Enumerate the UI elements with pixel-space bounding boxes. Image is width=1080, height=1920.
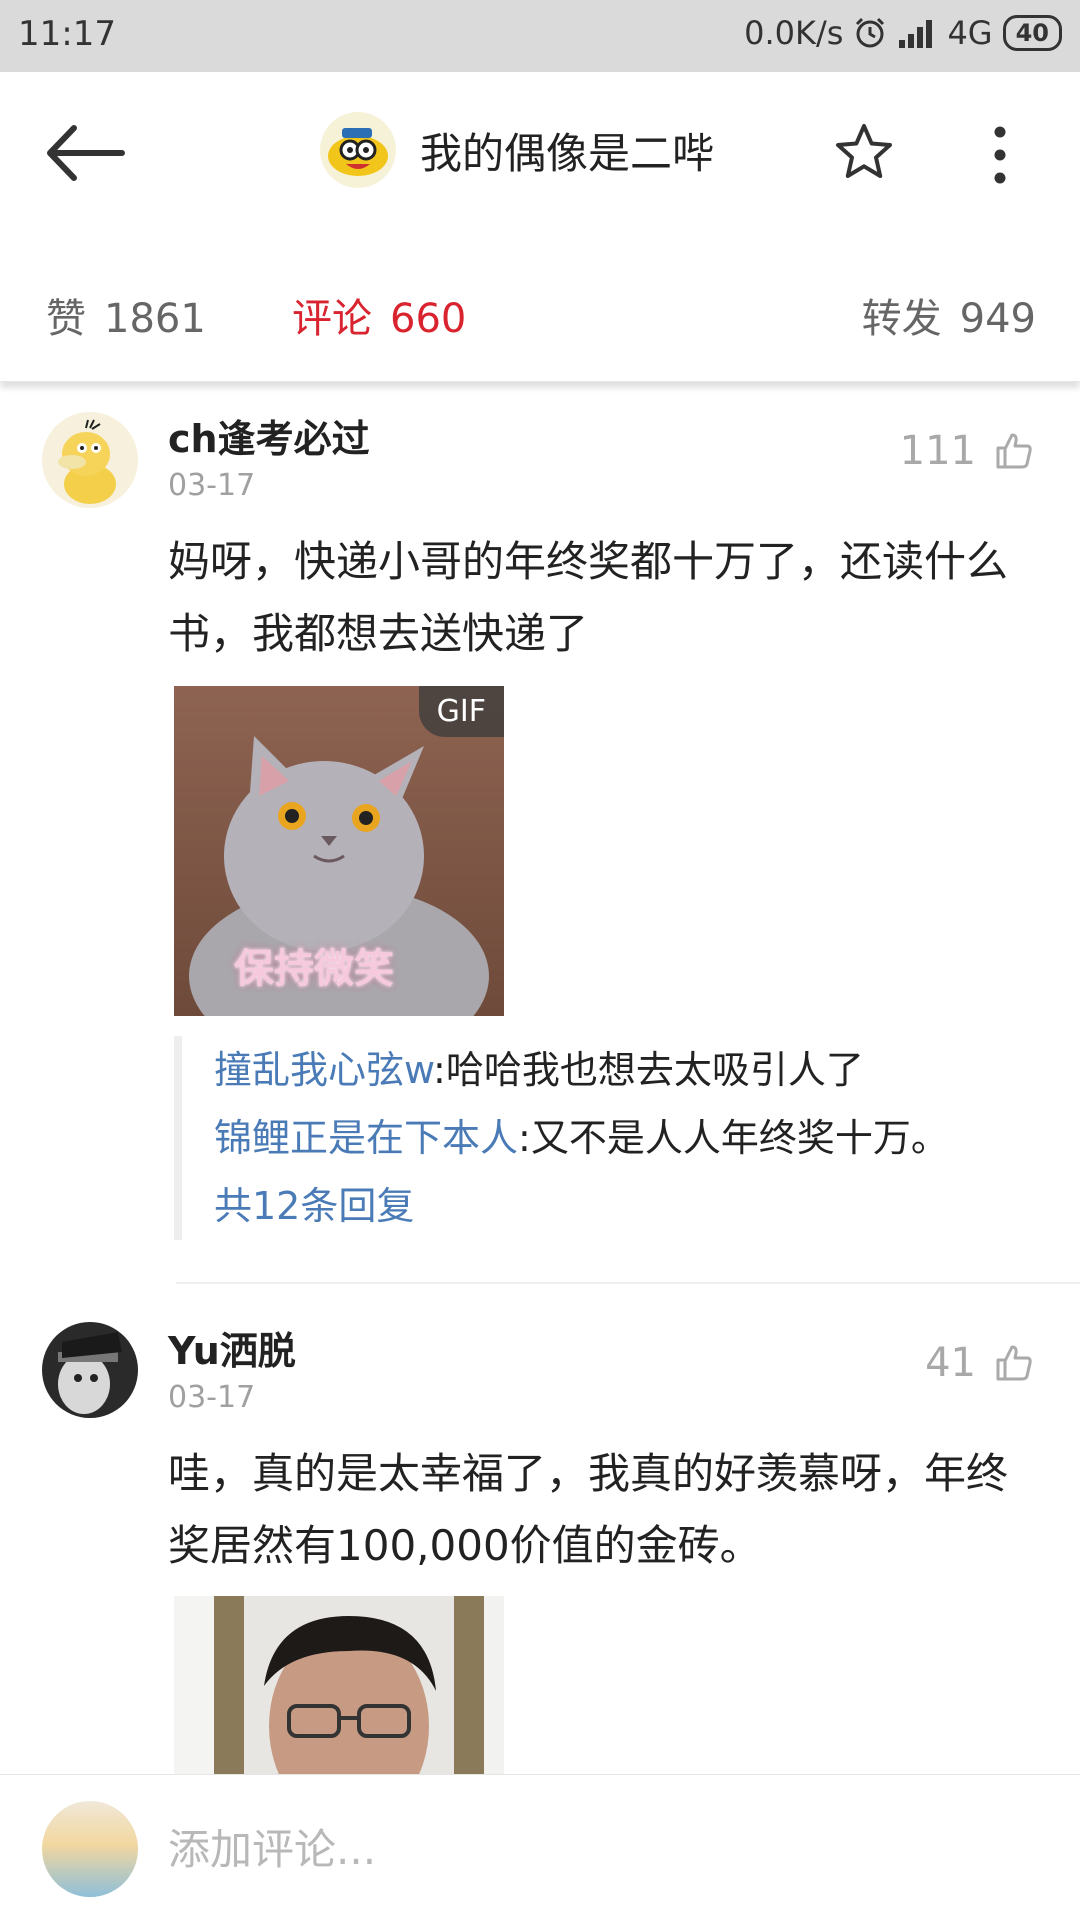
tab-comments[interactable]: 评论 660	[292, 286, 466, 344]
tab-reposts-count: 949	[959, 296, 1036, 342]
tab-likes-label: 赞	[46, 296, 86, 342]
commenter-avatar[interactable]	[42, 1322, 138, 1418]
back-button[interactable]	[40, 118, 130, 188]
author-avatar-image	[328, 128, 388, 176]
status-bar: 11:17 0.0K/s 4G 40	[0, 0, 1080, 72]
gif-caption: 保持微笑	[234, 946, 394, 992]
page-title: 我的偶像是二哔	[420, 128, 715, 178]
status-right: 0.0K/s 4G 40	[744, 14, 1062, 52]
title-wrap: 我的偶像是二哔	[320, 112, 714, 188]
commenter-name[interactable]: ch逢考必过	[168, 408, 370, 463]
signal-icon	[899, 20, 933, 48]
star-outline-icon	[836, 124, 892, 178]
comment-like-button[interactable]: 41	[925, 1340, 1034, 1386]
thumbs-up-icon	[996, 1345, 1032, 1381]
tab-reposts[interactable]: 转发 949	[862, 286, 1036, 344]
status-time: 11:17	[18, 14, 116, 54]
network-type: 4G	[947, 14, 993, 52]
comment-gif[interactable]: GIF 保持微笑	[174, 686, 504, 1016]
anime-avatar-image	[42, 1322, 138, 1418]
view-all-replies-link[interactable]: 共12条回复	[214, 1172, 1044, 1240]
psyduck-avatar-image	[42, 412, 138, 508]
thumbs-up-icon	[996, 433, 1032, 469]
alarm-icon	[856, 17, 885, 48]
reply-item[interactable]: 锦鲤正是在下本人:又不是人人年终奖十万。	[214, 1104, 1044, 1172]
my-avatar[interactable]	[42, 1801, 138, 1897]
comment-divider	[176, 1282, 1080, 1284]
man-photo-image	[174, 1596, 504, 1774]
reply-text: :哈哈我也想去太吸引人了	[433, 1048, 864, 1092]
comment-image[interactable]	[174, 1596, 504, 1774]
battery-icon: 40	[1002, 15, 1062, 51]
tab-likes[interactable]: 赞 1861	[46, 286, 206, 344]
comment-text: 哇，真的是太幸福了，我真的好羡慕呀，年终奖居然有100,000价值的金砖。	[168, 1449, 1009, 1570]
reply-list: 撞乱我心弦w:哈哈我也想去太吸引人了 锦鲤正是在下本人:又不是人人年终奖十万。 …	[174, 1036, 1044, 1240]
back-arrow-icon	[47, 125, 125, 181]
comment-like-count: 111	[899, 428, 976, 474]
stats-tabs: 赞 1861 评论 660 转发 949	[0, 242, 1080, 382]
reply-author[interactable]: 撞乱我心弦w	[214, 1048, 433, 1092]
tab-comments-count: 660	[390, 296, 467, 342]
tab-reposts-label: 转发	[861, 296, 942, 342]
comment-date: 03-17	[168, 1380, 256, 1415]
network-speed: 0.0K/s	[744, 14, 844, 52]
more-vertical-icon	[994, 126, 1006, 184]
favorite-button[interactable]	[832, 120, 896, 184]
comment-text: 妈呀，快递小哥的年终奖都十万了，还读什么书，我都想去送快递了	[168, 537, 1009, 658]
reply-text: :又不是人人年终奖十万。	[518, 1116, 949, 1160]
reply-item[interactable]: 撞乱我心弦w:哈哈我也想去太吸引人了	[214, 1036, 1044, 1104]
comment-like-count: 41	[925, 1340, 976, 1386]
tab-comments-label: 评论	[292, 296, 372, 342]
commenter-avatar[interactable]	[42, 412, 138, 508]
header: 我的偶像是二哔	[0, 72, 1080, 242]
tab-likes-count: 1861	[104, 296, 206, 342]
commenter-name[interactable]: Yu洒脱	[168, 1320, 296, 1375]
comment-like-button[interactable]: 111	[900, 428, 1034, 474]
author-avatar[interactable]	[320, 112, 396, 188]
comment-date: 03-17	[168, 468, 256, 503]
reply-author[interactable]: 锦鲤正是在下本人	[214, 1116, 518, 1160]
bottom-comment-bar	[0, 1774, 1080, 1920]
more-button[interactable]	[980, 120, 1020, 190]
gif-badge: GIF	[418, 686, 504, 737]
add-comment-input[interactable]	[168, 1811, 1028, 1887]
